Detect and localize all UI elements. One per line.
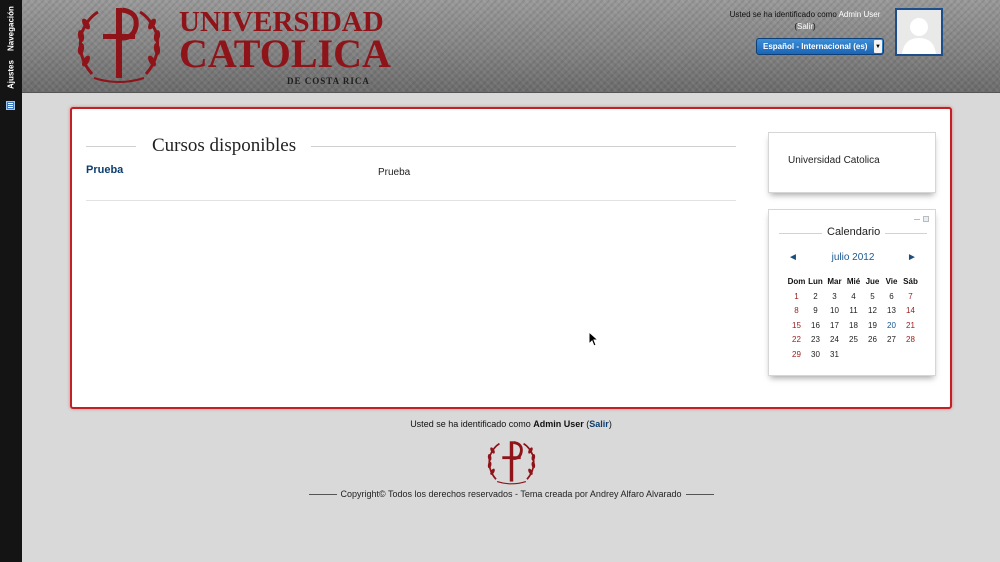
dock-bar: Navegación Ajustes (0, 0, 22, 562)
calendar-day[interactable]: 27 (882, 333, 901, 348)
dock-menu-icon[interactable] (6, 101, 15, 110)
divider (86, 200, 736, 201)
calendar-day-empty (882, 347, 901, 362)
university-block: Universidad Catolica (768, 132, 936, 193)
calendar-day[interactable]: 19 (863, 318, 882, 333)
calendar-week: 29 30 31 (787, 347, 920, 362)
university-emblem-icon[interactable] (72, 4, 166, 84)
calendar-day[interactable]: 6 (882, 289, 901, 304)
logo-text-line2: CATOLICA (179, 31, 391, 76)
logout-link[interactable]: Salir (797, 22, 813, 31)
weekday-header: Mié (846, 277, 861, 286)
calendar-day[interactable]: 10 (825, 304, 844, 319)
calendar-week: 1 2 3 4 5 6 7 (787, 289, 920, 304)
calendar-rule-left (779, 233, 822, 234)
header-login-info: Usted se ha identificado como Admin User… (729, 10, 881, 31)
calendar-day[interactable]: 14 (901, 304, 920, 319)
mouse-pointer-icon (588, 331, 600, 347)
page-header: UNIVERSIDAD CATOLICA DE COSTA RICA Usted… (22, 0, 1000, 93)
calendar-week: 8 9 10 11 12 13 14 (787, 304, 920, 319)
section-rule-right (304, 146, 736, 147)
calendar-day-empty (844, 347, 863, 362)
weekday-header: Jue (865, 277, 880, 286)
calendar-block: Calendario ◄ julio 2012 ► Dom Lun Mar Mi… (768, 209, 936, 376)
calendar-day[interactable]: 17 (825, 318, 844, 333)
calendar-day[interactable]: 5 (863, 289, 882, 304)
footer-login-info: Usted se ha identificado como Admin User… (410, 419, 612, 429)
calendar-day[interactable]: 26 (863, 333, 882, 348)
calendar-day[interactable]: 16 (806, 318, 825, 333)
calendar-day[interactable]: 9 (806, 304, 825, 319)
chevron-down-icon: ▼ (874, 40, 882, 53)
calendar-day[interactable]: 18 (844, 318, 863, 333)
calendar-day-today[interactable]: 20 (882, 318, 901, 333)
weekday-header: Dom (787, 277, 806, 286)
calendar-day[interactable]: 29 (787, 347, 806, 362)
calendar-day[interactable]: 28 (901, 333, 920, 348)
calendar-day[interactable]: 2 (806, 289, 825, 304)
calendar-day[interactable]: 31 (825, 347, 844, 362)
calendar-day[interactable]: 12 (863, 304, 882, 319)
weekday-header: Sáb (903, 277, 918, 286)
calendar-day[interactable]: 13 (882, 304, 901, 319)
calendar-week: 15 16 17 18 19 20 21 (787, 318, 920, 333)
page-title: Cursos disponibles (136, 135, 312, 157)
calendar-day[interactable]: 23 (806, 333, 825, 348)
university-block-text: Universidad Catolica (788, 155, 880, 166)
calendar-day[interactable]: 8 (787, 304, 806, 319)
weekday-header: Lun (808, 277, 823, 286)
calendar-day[interactable]: 22 (787, 333, 806, 348)
calendar-header: Calendario (779, 222, 927, 242)
footer-emblem-icon (487, 441, 536, 485)
next-month-icon[interactable]: ► (907, 252, 917, 263)
course-link[interactable]: Prueba (86, 164, 123, 176)
calendar-day[interactable]: 4 (844, 289, 863, 304)
weekday-header: Vie (885, 277, 898, 286)
section-rule-left (86, 146, 136, 147)
calendar-day[interactable]: 30 (806, 347, 825, 362)
calendar-day[interactable]: 21 (901, 318, 920, 333)
logo-subtitle: DE COSTA RICA (287, 76, 370, 86)
calendar-day[interactable]: 15 (787, 318, 806, 333)
calendar-day[interactable]: 1 (787, 289, 806, 304)
footer-login-prefix: Usted se ha identificado como (410, 419, 531, 429)
footer-logout-link[interactable]: Salir (589, 419, 609, 429)
calendar-day[interactable]: 24 (825, 333, 844, 348)
section-header: Cursos disponibles (86, 135, 736, 157)
dock-tab-settings[interactable]: Ajustes (0, 58, 22, 92)
calendar-day-empty (863, 347, 882, 362)
calendar-day[interactable]: 7 (901, 289, 920, 304)
dock-tab-navigation[interactable]: Navegación (0, 4, 22, 54)
avatar[interactable] (895, 8, 943, 56)
footer-user-link[interactable]: Admin User (533, 419, 584, 429)
calendar-day[interactable]: 3 (825, 289, 844, 304)
calendar-month-link[interactable]: julio 2012 (813, 252, 893, 263)
course-summary: Prueba (378, 167, 411, 178)
calendar-week: 22 23 24 25 26 27 28 (787, 333, 920, 348)
calendar-title: Calendario (822, 226, 886, 238)
weekday-header: Mar (827, 277, 842, 286)
language-select-value: Español - Internacional (es) (763, 42, 868, 51)
copyright-text: Copyright© Todos los derechos reservados… (0, 489, 1000, 499)
prev-month-icon[interactable]: ◄ (788, 252, 798, 263)
user-silhouette-icon (897, 10, 941, 54)
calendar-grid: Dom Lun Mar Mié Jue Vie Sáb 1 2 3 4 5 6 (787, 274, 920, 362)
main-content: Cursos disponibles Prueba Prueba Univers… (70, 107, 952, 409)
user-profile-link[interactable]: Admin User (839, 10, 881, 19)
calendar-day-empty (901, 347, 920, 362)
login-prefix: Usted se ha identificado como (729, 10, 837, 19)
calendar-day[interactable]: 25 (844, 333, 863, 348)
calendar-day[interactable]: 11 (844, 304, 863, 319)
language-select[interactable]: Español - Internacional (es) ▼ (756, 38, 884, 55)
calendar-rule-right (883, 233, 927, 234)
